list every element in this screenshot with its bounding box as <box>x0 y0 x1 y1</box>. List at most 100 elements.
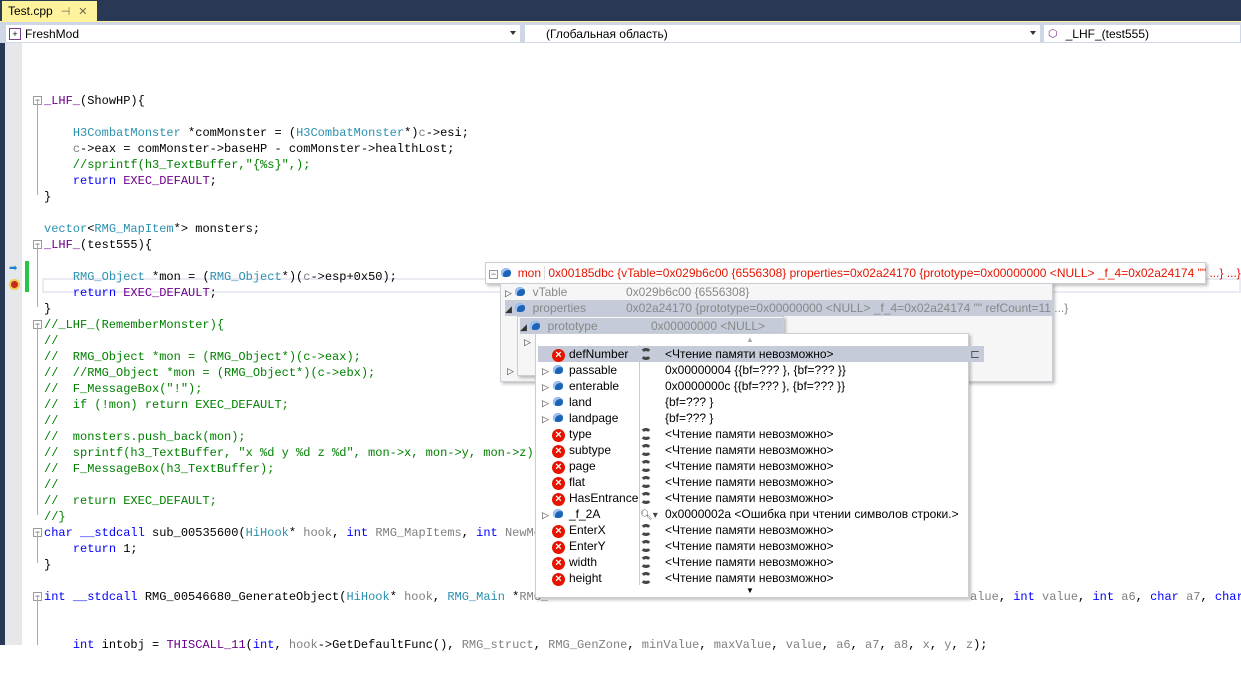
expand-icon[interactable]: ▷ <box>538 379 552 395</box>
expand-icon[interactable]: ▷ <box>507 366 514 377</box>
member-value[interactable]: 0x0000000c {{bf=??? }, {bf=??? }} <box>665 379 845 393</box>
pin-icon[interactable]: ⊏ <box>970 346 980 362</box>
expand-icon[interactable]: ▷ <box>538 507 552 523</box>
breakpoint-current-icon[interactable] <box>9 279 20 290</box>
code-line[interactable]: vector<RMG_MapItem*> monsters; <box>44 221 260 237</box>
datatip-member-row[interactable]: × EnterX <Чтение памяти невозможно> <box>538 522 968 538</box>
code-line[interactable]: // F_MessageBox("!"); <box>44 381 202 397</box>
datatip-row-prototype[interactable]: ◢ prototype 0x00000000 <NULL> <box>520 318 783 334</box>
refresh-icon[interactable] <box>640 524 652 536</box>
member-value[interactable]: <Чтение памяти невозможно> <box>665 475 834 489</box>
member-value[interactable]: {bf=??? } <box>665 395 713 409</box>
member-value[interactable]: <Чтение памяти невозможно> <box>665 443 834 457</box>
refresh-icon[interactable] <box>640 476 652 488</box>
code-line[interactable]: } <box>44 557 51 573</box>
code-line[interactable]: // //RMG_Object *mon = (RMG_Object*)(c->… <box>44 365 375 381</box>
refresh-icon[interactable] <box>640 540 652 552</box>
tab-test-cpp[interactable]: Test.cpp ⊣ ✕ <box>2 1 97 21</box>
refresh-icon[interactable] <box>640 428 652 440</box>
datatip-member-row[interactable]: × HasEntrance <Чтение памяти невозможно> <box>538 490 968 506</box>
code-line[interactable]: } <box>44 189 51 205</box>
member-value[interactable]: <Чтение памяти невозможно> <box>665 555 834 569</box>
code-line[interactable]: //sprintf(h3_TextBuffer,"{%s}",); <box>44 157 311 173</box>
pin-icon[interactable]: ⊣ <box>61 5 71 18</box>
member-dropdown[interactable]: ⬡ _LHF_(test555) <box>1043 24 1241 43</box>
refresh-icon[interactable] <box>640 492 652 504</box>
collapse-icon[interactable]: ◢ <box>520 322 527 332</box>
member-value[interactable]: <Чтение памяти невозможно> <box>665 427 834 441</box>
code-line[interactable]: //_LHF_(RememberMonster){ <box>44 317 224 333</box>
datatip-member-row[interactable]: × flat <Чтение памяти невозможно> <box>538 474 968 490</box>
code-line[interactable]: return EXEC_DEFAULT; <box>44 173 217 189</box>
refresh-icon[interactable] <box>640 556 652 568</box>
datatip-member-row[interactable]: ▷ enterable 0x0000000c {{bf=??? }, {bf=???… <box>538 378 968 394</box>
project-dropdown[interactable]: + FreshMod <box>5 24 521 43</box>
code-line[interactable]: // return EXEC_DEFAULT; <box>44 493 217 509</box>
refresh-icon[interactable] <box>640 444 652 456</box>
datatip-member-row[interactable]: × width <Чтение памяти невозможно> <box>538 554 968 570</box>
datatip-member-row[interactable]: × subtype <Чтение памяти невозможно> <box>538 442 968 458</box>
code-line[interactable]: // RMG_Object *mon = (RMG_Object*)(c->ea… <box>44 349 361 365</box>
member-value[interactable]: 0x0000002a <Ошибка при чтении символов с… <box>665 507 959 521</box>
code-line[interactable]: } <box>44 301 51 317</box>
datatip-member-row[interactable]: × EnterY <Чтение памяти невозможно> <box>538 538 968 554</box>
code-line[interactable]: // F_MessageBox(h3_TextBuffer); <box>44 461 274 477</box>
code-line[interactable]: _LHF_(ShowHP){ <box>44 93 145 109</box>
datatip-value[interactable]: 0x00185dbc {vTable=0x029b6c00 {6556308} … <box>548 266 1240 280</box>
code-line[interactable]: int intobj = THISCALL_11(int, hook->GetD… <box>44 637 988 653</box>
member-value[interactable]: <Чтение памяти невозможно> <box>665 523 834 537</box>
code-line[interactable]: // sprintf(h3_TextBuffer, "x %d y %d z %… <box>44 445 541 461</box>
code-token: __stdcall <box>72 590 138 604</box>
datatip-mon[interactable]: − mon 0x00185dbc {vTable=0x029b6c00 {655… <box>485 262 1241 284</box>
scroll-down-icon[interactable]: ▼ <box>746 586 754 595</box>
member-value[interactable]: <Чтение памяти невозможно> <box>665 571 834 585</box>
member-value[interactable]: <Чтение памяти невозможно> <box>665 539 834 553</box>
datatip-member-row[interactable]: × type <Чтение памяти невозможно> <box>538 426 968 442</box>
indicator-margin[interactable]: ➡ <box>5 43 22 645</box>
member-value[interactable]: <Чтение памяти невозможно> <box>665 459 834 473</box>
code-line[interactable]: _LHF_(test555){ <box>44 237 152 253</box>
code-line[interactable]: RMG_Object *mon = (RMG_Object*)(c->esp+0… <box>44 269 397 285</box>
close-icon[interactable]: ✕ <box>78 5 87 18</box>
code-line[interactable]: char __stdcall sub_00535600(HiHook* hook… <box>44 525 548 541</box>
code-line[interactable]: //} <box>44 509 66 525</box>
expand-icon[interactable]: ▷ <box>524 337 531 348</box>
scope-dropdown[interactable]: (Глобальная область) <box>524 24 1041 43</box>
code-line[interactable]: // <box>44 477 58 493</box>
collapse-icon[interactable]: − <box>489 270 498 279</box>
datatip-member-row[interactable]: ▷ landpage {bf=??? } <box>538 410 968 426</box>
expand-icon[interactable]: ▷ <box>538 411 552 427</box>
collapse-icon[interactable]: ◢ <box>505 304 512 314</box>
member-value[interactable]: <Чтение памяти невозможно> <box>665 347 834 361</box>
expand-icon[interactable]: ▷ <box>538 395 552 411</box>
datatip-member-row[interactable]: × defNumber <Чтение памяти невозможно> ⊏ <box>538 346 984 362</box>
refresh-icon[interactable] <box>640 348 652 360</box>
code-line[interactable]: return EXEC_DEFAULT; <box>44 285 217 301</box>
member-value[interactable]: <Чтение памяти невозможно> <box>665 491 834 505</box>
code-line[interactable]: return 1; <box>44 541 138 557</box>
expand-icon[interactable]: ▷ <box>505 288 512 298</box>
code-token: __stdcall <box>80 526 145 540</box>
expand-icon[interactable]: ▷ <box>538 363 552 379</box>
member-value[interactable]: {bf=??? } <box>665 411 713 425</box>
code-line[interactable]: c->eax = comMonster->baseHP - comMonster… <box>44 141 455 157</box>
member-value[interactable]: 0x00000004 {{bf=??? }, {bf=??? }} <box>665 363 846 377</box>
datatip-member-row[interactable]: × height <Чтение памяти невозможно> <box>538 570 968 586</box>
datatip-member-row[interactable]: ▷ passable 0x00000004 {{bf=??? }, {bf=??? … <box>538 362 968 378</box>
datatip-member-row[interactable]: ▷ land {bf=??? } <box>538 394 968 410</box>
code-line[interactable]: // <box>44 333 58 349</box>
code-line[interactable]: // if (!mon) return EXEC_DEFAULT; <box>44 397 289 413</box>
refresh-icon[interactable] <box>640 572 652 584</box>
code-line-tail[interactable]: alue, int value, int a6, char a7, char <box>970 589 1241 605</box>
code-line[interactable]: int __stdcall RMG_00546680_GenerateObjec… <box>44 589 548 605</box>
code-line[interactable]: // monsters.push_back(mon); <box>44 429 246 445</box>
refresh-icon[interactable] <box>640 460 652 472</box>
magnifier-icon[interactable]: 🔍︎▾ <box>640 510 658 521</box>
datatip-row-vtable[interactable]: ▷ vTable 0x029b6c00 {6556308} <box>505 284 1052 300</box>
scroll-up-icon[interactable]: ▲ <box>746 335 754 344</box>
datatip-member-row[interactable]: × page <Чтение памяти невозможно> <box>538 458 968 474</box>
datatip-row-properties[interactable]: ◢ properties 0x02a24170 {prototype=0x000… <box>505 300 1068 316</box>
code-line[interactable]: // <box>44 413 58 429</box>
datatip-member-row[interactable]: ▷ _f_2A 🔍︎▾ 0x0000002a <Ошибка при чтении с… <box>538 506 968 522</box>
code-line[interactable]: H3CombatMonster *comMonster = (H3CombatM… <box>44 125 469 141</box>
